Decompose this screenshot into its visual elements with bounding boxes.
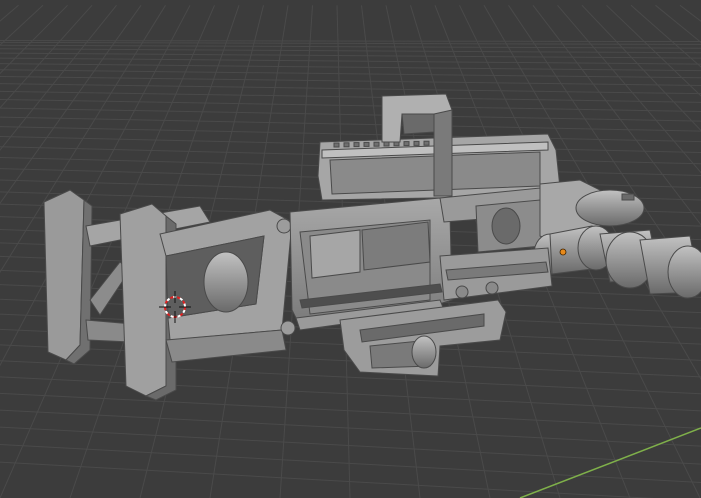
grid-line <box>0 44 701 49</box>
grid-line <box>0 376 701 412</box>
frame-bolt-top[interactable] <box>276 218 292 234</box>
grid-line <box>0 426 701 465</box>
grid-line <box>0 83 701 95</box>
grid-line <box>0 69 701 79</box>
grid-line <box>0 40 701 43</box>
rail-tooth <box>373 141 380 147</box>
stock-cylinder[interactable] <box>203 251 249 313</box>
grid-line <box>0 90 701 103</box>
rail-tooth <box>333 142 340 148</box>
grid-line <box>0 4 44 46</box>
stock-rear-plate[interactable] <box>43 189 85 361</box>
grid-line <box>0 409 701 447</box>
rail-tooth <box>363 141 370 147</box>
grid-line <box>0 443 701 483</box>
rail-tooth <box>353 142 360 148</box>
rail-tooth <box>403 141 410 147</box>
grid-line <box>0 63 701 72</box>
grid-line <box>0 41 701 45</box>
viewport-canvas[interactable] <box>0 0 701 498</box>
rail-tooth <box>413 140 420 146</box>
rail-tooth <box>423 140 430 146</box>
grip-bolt[interactable] <box>411 335 437 369</box>
grid-line <box>0 360 701 395</box>
object-origin-icon <box>559 248 567 256</box>
frame-bolt-bottom[interactable] <box>280 320 296 336</box>
grid-line <box>0 461 655 498</box>
grid-line <box>0 75 701 86</box>
rail-tooth <box>343 142 350 148</box>
rail-tooth <box>383 141 390 147</box>
stock-front-plate[interactable] <box>119 203 167 397</box>
grid-line <box>0 4 19 22</box>
grid-line <box>0 57 701 65</box>
3d-viewport[interactable] <box>0 0 701 498</box>
